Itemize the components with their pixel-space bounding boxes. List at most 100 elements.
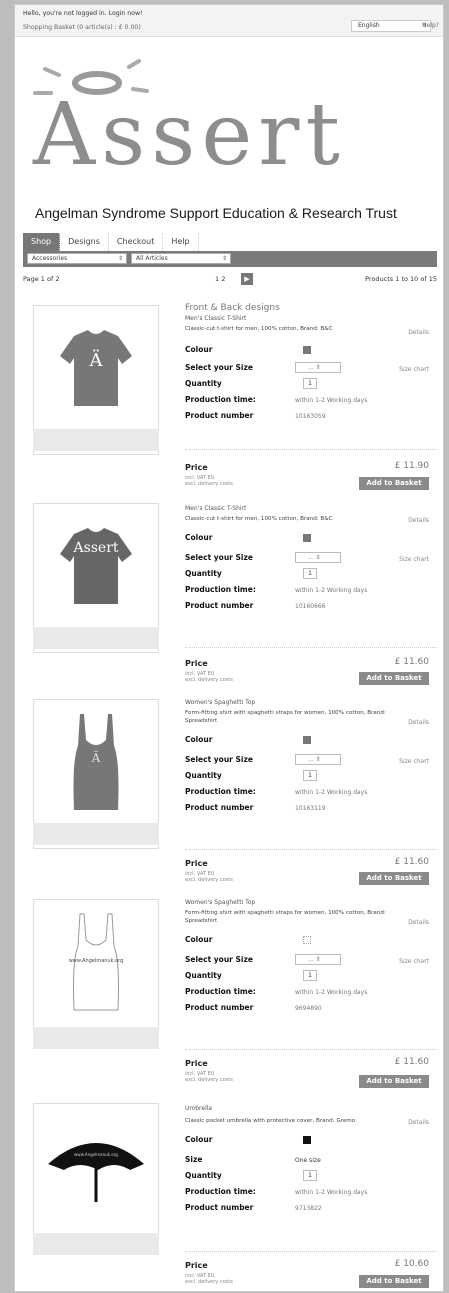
add-to-basket-button[interactable]: Add to Basket xyxy=(359,1275,429,1288)
image-shadow xyxy=(33,429,159,451)
product-number-label: Product number xyxy=(185,1203,254,1212)
delivery-line: excl. delivery costs xyxy=(185,1279,233,1285)
divider xyxy=(185,849,437,850)
delivery-line: excl. delivery costs xyxy=(185,677,233,683)
quantity-label: Quantity xyxy=(185,569,222,578)
chevron-down-icon: ⇕ xyxy=(221,255,227,262)
production-value: within 1-2 Working days xyxy=(295,587,368,594)
image-shadow xyxy=(33,627,159,649)
price-label: Price xyxy=(185,1059,208,1068)
price-value: £ 11.60 xyxy=(394,1057,429,1067)
product-name[interactable]: Umbrella xyxy=(185,1105,212,1112)
production-label: Production time: xyxy=(185,395,256,404)
pager: Page 1 of 2 1 2 ▶ Products 1 to 10 of 15 xyxy=(23,273,437,287)
details-link[interactable]: Details xyxy=(408,719,429,726)
language-select[interactable]: English ⇕ xyxy=(351,20,431,32)
production-label: Production time: xyxy=(185,585,256,594)
size-select[interactable]: ... ⇕ xyxy=(295,954,341,965)
image-shadow xyxy=(33,1027,159,1049)
product-card: Ä Front & Back designs Men's Classic T-S… xyxy=(23,299,437,495)
vat-note: incl. VAT EU excl. delivery costs xyxy=(185,1273,233,1285)
size-value: ... xyxy=(308,554,314,561)
price-value: £ 11.90 xyxy=(394,461,429,471)
product-desc: Classic-cut t-shirt for men, 100% cotton… xyxy=(185,326,333,332)
details-link[interactable]: Details xyxy=(408,329,429,336)
articles-select[interactable]: All Articles ⇕ xyxy=(131,253,231,264)
main-nav: Shop Designs Checkout Help xyxy=(23,233,199,251)
divider xyxy=(185,449,437,450)
quantity-input[interactable]: 1 xyxy=(303,770,317,781)
category-select[interactable]: Accessories ⇕ xyxy=(27,253,127,264)
size-chart-link[interactable]: Size chart xyxy=(399,958,429,965)
add-to-basket-button[interactable]: Add to Basket xyxy=(359,1075,429,1088)
next-page-button[interactable]: ▶ xyxy=(241,273,253,285)
add-to-basket-button[interactable]: Add to Basket xyxy=(359,477,429,490)
vat-note: incl. VAT EU excl. delivery costs xyxy=(185,671,233,683)
price-label: Price xyxy=(185,1261,208,1270)
colour-swatch[interactable] xyxy=(303,534,311,542)
price-label: Price xyxy=(185,659,208,668)
colour-label: Colour xyxy=(185,345,213,354)
colour-swatch[interactable] xyxy=(303,1136,311,1144)
price-value: £ 10.60 xyxy=(394,1259,429,1269)
tab-designs[interactable]: Designs xyxy=(60,233,109,251)
tab-help[interactable]: Help xyxy=(163,233,199,251)
filter-bar: Accessories ⇕ All Articles ⇕ xyxy=(23,251,437,267)
quantity-label: Quantity xyxy=(185,379,222,388)
size-chart-link[interactable]: Size chart xyxy=(399,366,429,373)
tshirt-print: Assert xyxy=(72,540,118,556)
add-to-basket-button[interactable]: Add to Basket xyxy=(359,872,429,885)
delivery-line: excl. delivery costs xyxy=(185,481,233,487)
size-chart-link[interactable]: Size chart xyxy=(399,758,429,765)
product-name[interactable]: Women's Spaghetti Top xyxy=(185,699,255,706)
page-numbers[interactable]: 1 2 xyxy=(215,275,225,283)
login-line[interactable]: Hello, you're not logged in. Login now! xyxy=(23,10,143,17)
product-desc: Form-fitting shirt with spaghetti straps… xyxy=(185,910,386,924)
production-value: within 1-2 Working days xyxy=(295,397,368,404)
help-link[interactable]: Help? xyxy=(422,22,439,29)
size-select[interactable]: ... ⇕ xyxy=(295,754,341,765)
size-select[interactable]: ... ⇕ xyxy=(295,362,341,373)
tab-shop[interactable]: Shop xyxy=(23,233,61,251)
delivery-line: excl. delivery costs xyxy=(185,877,233,883)
product-card: www.Angelmanuk.org Women's Spaghetti Top… xyxy=(23,895,437,1095)
product-image[interactable]: www.Angelmanuk.org xyxy=(33,1103,159,1253)
details-link[interactable]: Details xyxy=(408,1119,429,1126)
product-desc: Classic pocket umbrella with protective … xyxy=(185,1118,356,1124)
colour-swatch[interactable] xyxy=(303,346,311,354)
size-chart-link[interactable]: Size chart xyxy=(399,556,429,563)
product-number-label: Product number xyxy=(185,601,254,610)
size-label: Size xyxy=(185,1155,203,1164)
svg-text:Ä: Ä xyxy=(89,348,104,371)
product-name[interactable]: Men's Classic T-Shirt xyxy=(185,505,246,512)
quantity-label: Quantity xyxy=(185,771,222,780)
production-value: within 1-2 Working days xyxy=(295,1189,368,1196)
product-card: www.Angelmanuk.org Umbrella Classic pock… xyxy=(23,1099,437,1293)
add-to-basket-button[interactable]: Add to Basket xyxy=(359,672,429,685)
category-value: Accessories xyxy=(32,255,68,262)
colour-swatch[interactable] xyxy=(303,936,311,944)
production-label: Production time: xyxy=(185,987,256,996)
production-value: within 1-2 Working days xyxy=(295,789,368,796)
tab-checkout[interactable]: Checkout xyxy=(109,233,164,251)
logo[interactable]: Assert Angelman Syndrome Support Educati… xyxy=(15,45,443,235)
details-link[interactable]: Details xyxy=(408,517,429,524)
delivery-line: excl. delivery costs xyxy=(185,1077,233,1083)
details-link[interactable]: Details xyxy=(408,919,429,926)
size-label: Select your Size xyxy=(185,755,253,764)
product-card: Assert Men's Classic T-Shirt Classic-cut… xyxy=(23,499,437,695)
product-name[interactable]: Men's Classic T-Shirt xyxy=(185,315,246,322)
basket-summary[interactable]: Shopping Basket (0 article(s) : £ 0.00) xyxy=(23,24,141,31)
colour-label: Colour xyxy=(185,935,213,944)
top-print: www.Angelmanuk.org xyxy=(69,958,124,964)
quantity-input[interactable]: 1 xyxy=(303,970,317,981)
product-desc: Classic-cut t-shirt for men, 100% cotton… xyxy=(185,516,333,522)
image-shadow xyxy=(33,823,159,845)
quantity-input[interactable]: 1 xyxy=(303,378,317,389)
size-select[interactable]: ... ⇕ xyxy=(295,552,341,563)
colour-swatch[interactable] xyxy=(303,736,311,744)
quantity-input[interactable]: 1 xyxy=(303,568,317,579)
quantity-input[interactable]: 1 xyxy=(303,1170,317,1181)
size-label: Select your Size xyxy=(185,955,253,964)
product-name[interactable]: Women's Spaghetti Top xyxy=(185,899,255,906)
